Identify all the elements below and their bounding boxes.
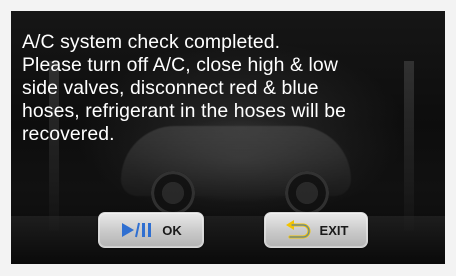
play-pause-icon — [120, 221, 154, 239]
device-frame: A/C system check completed. Please turn … — [0, 0, 456, 276]
background-wheel — [285, 171, 329, 215]
status-message: A/C system check completed. Please turn … — [22, 31, 432, 146]
message-line: A/C system check completed. — [22, 31, 281, 53]
back-arrow-icon — [284, 220, 312, 240]
background-floor — [11, 216, 445, 264]
message-line: hoses, refrigerant in the hoses will be — [22, 100, 347, 122]
ok-button-label: OK — [162, 222, 182, 238]
ok-button[interactable]: OK — [98, 212, 204, 248]
exit-button-label: EXIT — [319, 222, 349, 238]
background-wheel — [151, 171, 195, 215]
message-line: recovered. — [22, 123, 115, 145]
message-line: Please turn off A/C, close high & low — [22, 54, 338, 76]
exit-button[interactable]: EXIT — [264, 212, 368, 248]
message-line: side valves, disconnect red & blue — [22, 77, 319, 99]
